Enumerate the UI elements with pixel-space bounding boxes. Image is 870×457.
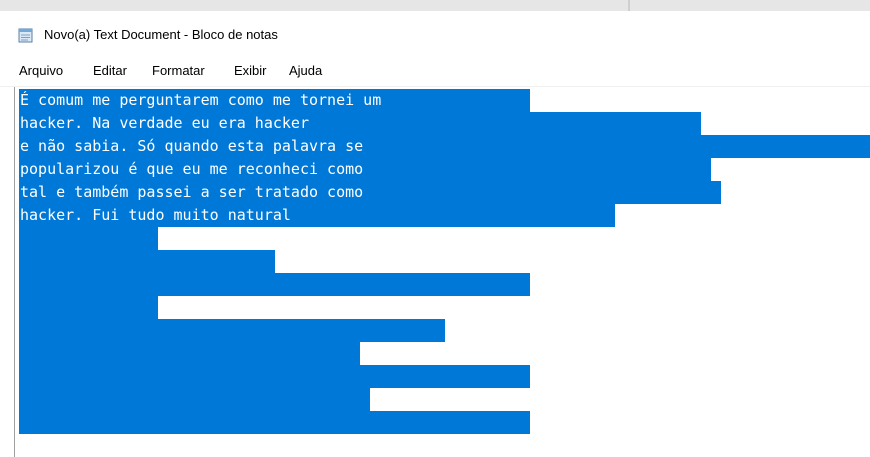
menu-formatar[interactable]: Formatar [152, 63, 205, 79]
editor-left-border [14, 87, 15, 457]
window-title: Novo(a) Text Document - Bloco de notas [44, 27, 278, 42]
text-line[interactable]: tal e também passei a ser tratado como [19, 181, 721, 204]
text-line[interactable] [19, 365, 530, 388]
top-strip [0, 0, 870, 11]
notepad-icon [18, 28, 33, 43]
menu-ajuda[interactable]: Ajuda [289, 63, 322, 79]
menu-exibir[interactable]: Exibir [234, 63, 267, 79]
menu-bar: Arquivo Editar Formatar Exibir Ajuda [0, 57, 870, 87]
text-line[interactable] [19, 296, 158, 319]
text-line[interactable]: hacker. Na verdade eu era hacker [19, 112, 701, 135]
menu-editar[interactable]: Editar [93, 63, 127, 79]
text-line[interactable]: popularizou é que eu me reconheci como [19, 158, 711, 181]
text-line[interactable] [19, 342, 360, 365]
top-strip-divider [628, 0, 630, 11]
text-line[interactable] [19, 388, 370, 411]
title-bar[interactable]: Novo(a) Text Document - Bloco de notas [0, 11, 870, 57]
text-line[interactable]: e não sabia. Só quando esta palavra se [19, 135, 870, 158]
text-line[interactable]: É comum me perguntarem como me tornei um [19, 89, 530, 112]
text-line[interactable]: hacker. Fui tudo muito natural [19, 204, 615, 227]
text-line[interactable] [19, 227, 158, 250]
text-line[interactable] [19, 411, 530, 434]
menu-arquivo[interactable]: Arquivo [19, 63, 63, 79]
text-line[interactable] [19, 319, 445, 342]
text-line[interactable] [19, 273, 530, 296]
text-line[interactable] [19, 250, 275, 273]
